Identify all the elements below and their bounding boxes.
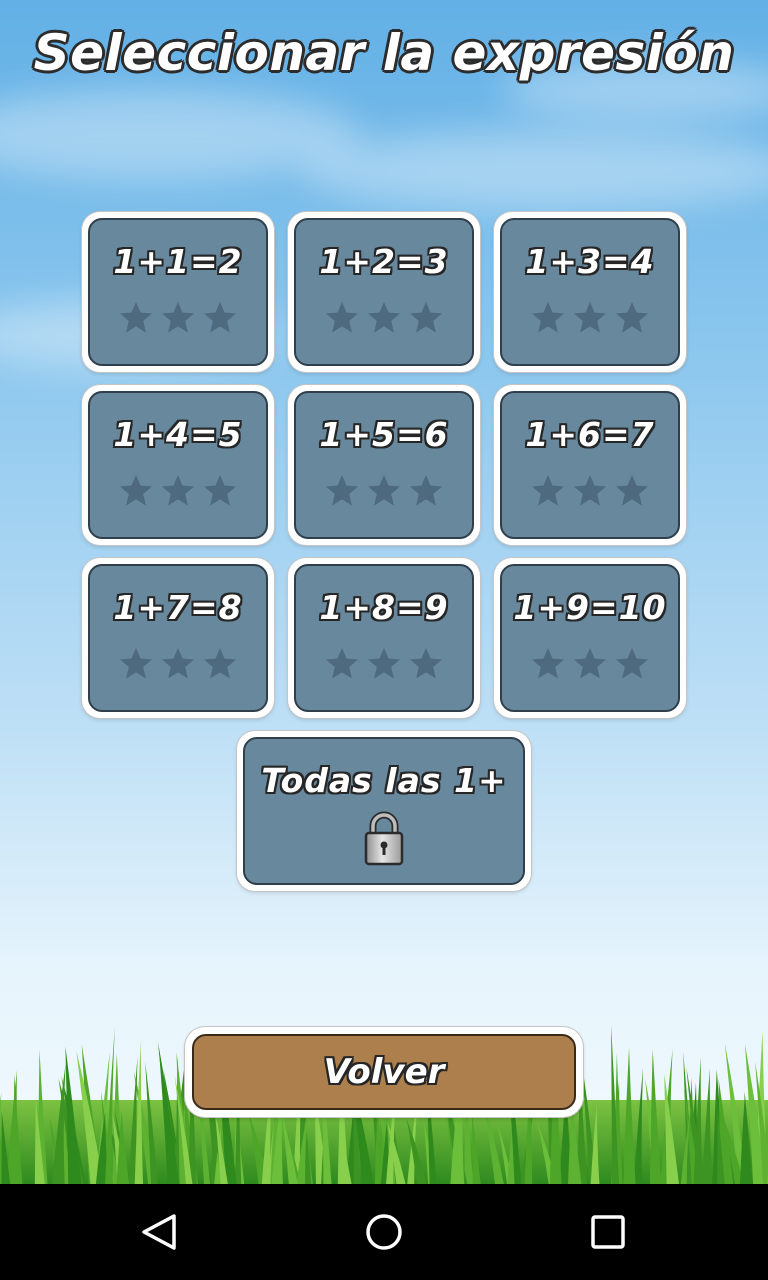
star-rating <box>502 300 678 336</box>
star-rating <box>296 473 472 509</box>
level-label: 1+1=2 <box>113 242 243 281</box>
star-empty-icon <box>574 475 606 506</box>
star-empty-icon <box>204 475 236 506</box>
star-empty-icon <box>326 648 358 679</box>
star-empty-icon <box>162 302 194 333</box>
level-card-6[interactable]: 1+6=7 <box>494 385 686 545</box>
star-empty-icon <box>368 648 400 679</box>
level-card-9[interactable]: 1+9=10 <box>494 558 686 718</box>
back-button[interactable]: Volver <box>185 1027 583 1117</box>
star-rating <box>502 646 678 682</box>
star-empty-icon <box>368 302 400 333</box>
star-empty-icon <box>410 475 442 506</box>
home-icon[interactable] <box>360 1208 408 1256</box>
back-icon[interactable] <box>136 1208 184 1256</box>
star-rating <box>502 473 678 509</box>
star-empty-icon <box>162 475 194 506</box>
level-label: 1+5=6 <box>319 415 449 454</box>
star-rating <box>90 300 266 336</box>
level-label: 1+2=3 <box>319 242 449 281</box>
lock-icon <box>364 811 404 866</box>
star-empty-icon <box>410 648 442 679</box>
app-screen: Seleccionar la expresión 1+1=2 1+2=3 1+3… <box>0 0 768 1184</box>
star-empty-icon <box>574 648 606 679</box>
level-card-2[interactable]: 1+2=3 <box>288 212 480 372</box>
star-rating <box>90 473 266 509</box>
star-empty-icon <box>532 302 564 333</box>
star-empty-icon <box>120 648 152 679</box>
star-empty-icon <box>616 475 648 506</box>
level-card-5[interactable]: 1+5=6 <box>288 385 480 545</box>
star-empty-icon <box>120 475 152 506</box>
star-empty-icon <box>326 302 358 333</box>
star-empty-icon <box>368 475 400 506</box>
level-label: 1+7=8 <box>113 588 243 627</box>
back-button-label: Volver <box>323 1052 445 1092</box>
level-card-3[interactable]: 1+3=4 <box>494 212 686 372</box>
star-empty-icon <box>204 302 236 333</box>
level-card-8[interactable]: 1+8=9 <box>288 558 480 718</box>
star-empty-icon <box>616 648 648 679</box>
star-empty-icon <box>162 648 194 679</box>
level-card-1[interactable]: 1+1=2 <box>82 212 274 372</box>
navigation-bar <box>0 1184 768 1280</box>
star-empty-icon <box>532 648 564 679</box>
star-empty-icon <box>120 302 152 333</box>
level-card-4[interactable]: 1+4=5 <box>82 385 274 545</box>
page-title: Seleccionar la expresión <box>33 24 735 82</box>
level-label: 1+3=4 <box>525 242 655 281</box>
star-rating <box>90 646 266 682</box>
recents-icon[interactable] <box>584 1208 632 1256</box>
all-levels-label: Todas las 1+ <box>261 761 507 800</box>
star-empty-icon <box>532 475 564 506</box>
level-label: 1+6=7 <box>525 415 655 454</box>
level-label: 1+8=9 <box>319 588 449 627</box>
level-card-7[interactable]: 1+7=8 <box>82 558 274 718</box>
level-label: 1+9=10 <box>513 588 667 627</box>
star-rating <box>296 646 472 682</box>
level-label: 1+4=5 <box>113 415 243 454</box>
star-empty-icon <box>574 302 606 333</box>
star-empty-icon <box>326 475 358 506</box>
star-empty-icon <box>616 302 648 333</box>
all-levels-card[interactable]: Todas las 1+ <box>237 731 531 891</box>
cloud <box>300 130 768 210</box>
star-empty-icon <box>204 648 236 679</box>
star-empty-icon <box>410 302 442 333</box>
star-rating <box>296 300 472 336</box>
